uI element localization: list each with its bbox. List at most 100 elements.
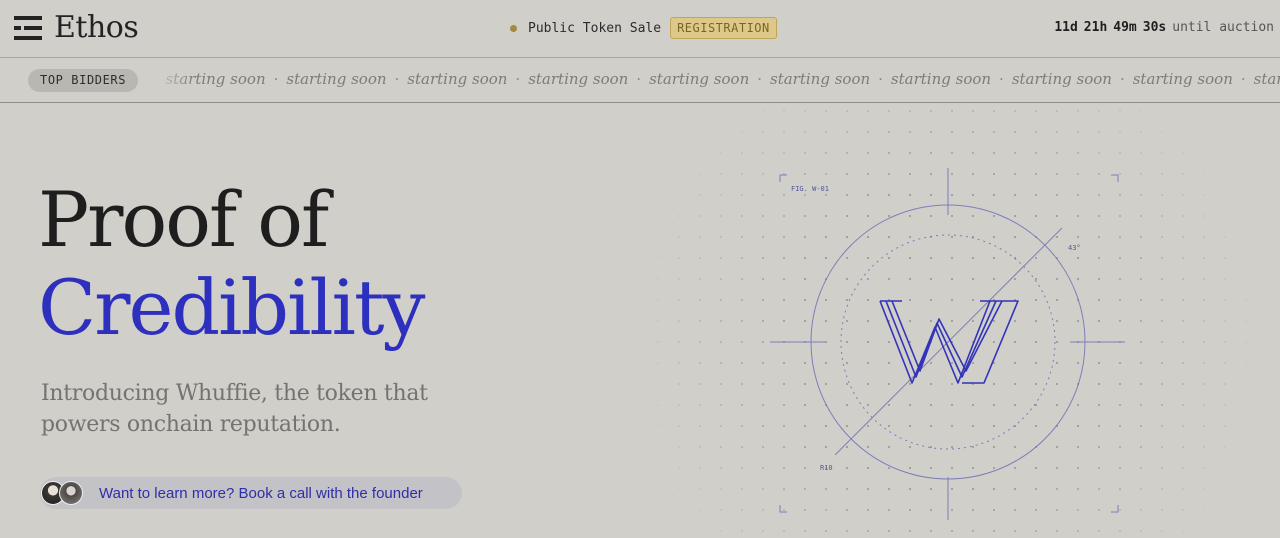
grid-dot (951, 215, 953, 217)
ticker-item: starting soon (407, 70, 508, 88)
grid-dot (1077, 530, 1079, 532)
grid-dot (993, 488, 995, 490)
grid-dot (1182, 446, 1184, 448)
grid-dot (1182, 320, 1184, 322)
grid-dot (846, 236, 848, 238)
grid-dot (1182, 194, 1184, 196)
grid-dot (783, 509, 785, 511)
grid-dot (1182, 278, 1184, 280)
grid-dot (1014, 530, 1016, 532)
grid-dot (825, 236, 827, 238)
grid-dot (741, 425, 743, 427)
grid-dot (825, 173, 827, 175)
grid-dot (720, 257, 722, 259)
grid-dot (1098, 362, 1100, 364)
top-bidders-button[interactable]: TOP BIDDERS (28, 69, 139, 92)
grid-dot (657, 299, 659, 301)
angle-label: 43° (1068, 244, 1081, 252)
grid-dot (1056, 530, 1058, 532)
grid-dot (846, 320, 848, 322)
grid-dot (1161, 425, 1163, 427)
grid-dot (1035, 194, 1037, 196)
grid-dot (825, 530, 827, 532)
grid-dot (1182, 362, 1184, 364)
registration-badge[interactable]: REGISTRATION (670, 17, 777, 39)
grid-dot (741, 446, 743, 448)
grid-dot (867, 173, 869, 175)
grid-dot (678, 404, 680, 406)
grid-dot (699, 467, 701, 469)
grid-dot (1014, 131, 1016, 133)
grid-dot (1077, 257, 1079, 259)
grid-dot (909, 278, 911, 280)
grid-dot (846, 530, 848, 532)
grid-dot (825, 194, 827, 196)
grid-dot (909, 425, 911, 427)
ticker-item: starting soon (528, 70, 629, 88)
grid-dot (1182, 467, 1184, 469)
grid-dot (1077, 320, 1079, 322)
grid-dot (1140, 530, 1142, 532)
book-call-button[interactable]: Want to learn more? Book a call with the… (40, 477, 462, 509)
grid-dot (1098, 383, 1100, 385)
grid-dot (867, 131, 869, 133)
grid-dot (1119, 404, 1121, 406)
grid-dot (1056, 383, 1058, 385)
grid-dot (1056, 110, 1058, 112)
grid-dot (804, 509, 806, 511)
grid-dot (1140, 173, 1142, 175)
ticker-item: starting soon (770, 70, 871, 88)
grid-dot (951, 152, 953, 154)
grid-dot (1161, 509, 1163, 511)
grid-dot (678, 446, 680, 448)
grid-dot (741, 362, 743, 364)
grid-dot (930, 173, 932, 175)
grid-dot (846, 362, 848, 364)
grid-dot (699, 509, 701, 511)
grid-dot (720, 446, 722, 448)
grid-dot (699, 194, 701, 196)
grid-dot (846, 152, 848, 154)
grid-dot (1098, 467, 1100, 469)
grid-dot (1140, 320, 1142, 322)
grid-dot (888, 236, 890, 238)
grid-dot (1161, 383, 1163, 385)
ticker-separator: · (273, 70, 279, 88)
grid-dot (909, 131, 911, 133)
grid-dot (1182, 257, 1184, 259)
grid-dot (1077, 173, 1079, 175)
grid-dot (930, 446, 932, 448)
grid-dot (762, 446, 764, 448)
grid-dot (1245, 257, 1247, 259)
grid-dot (1098, 425, 1100, 427)
grid-dot (846, 131, 848, 133)
grid-dot (741, 530, 743, 532)
grid-dot (720, 278, 722, 280)
grid-dot (783, 194, 785, 196)
grid-dot (678, 425, 680, 427)
grid-dot (888, 110, 890, 112)
grid-dot (867, 257, 869, 259)
grid-dot (804, 278, 806, 280)
grid-dot (1056, 488, 1058, 490)
grid-dot (783, 257, 785, 259)
grid-dot (1014, 110, 1016, 112)
grid-dot (972, 152, 974, 154)
grid-dot (720, 194, 722, 196)
grid-dot (1161, 236, 1163, 238)
grid-dot (972, 194, 974, 196)
grid-dot (993, 530, 995, 532)
grid-dot (1056, 194, 1058, 196)
grid-dot (930, 404, 932, 406)
grid-dot (1203, 299, 1205, 301)
grid-dot (1182, 404, 1184, 406)
grid-dot (993, 215, 995, 217)
grid-dot (1119, 152, 1121, 154)
grid-dot (1014, 152, 1016, 154)
grid-dot (783, 446, 785, 448)
grid-dot (993, 173, 995, 175)
countdown-days: 11d (1054, 20, 1078, 35)
grid-dot (1203, 404, 1205, 406)
grid-dot (1203, 173, 1205, 175)
logo[interactable]: Ethos (14, 10, 139, 46)
